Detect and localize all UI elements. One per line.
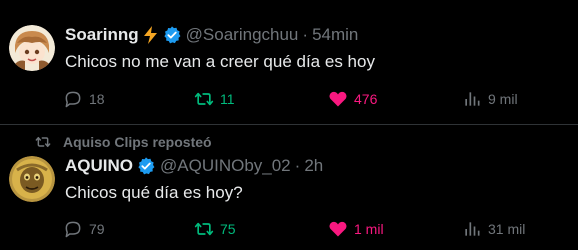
repost-indicator: Aquiso Clips reposteó [35,134,212,150]
reply-button[interactable]: 18 [63,89,105,109]
retweet-icon [194,222,214,236]
author-handle[interactable]: @AQUINOby_02 [160,156,291,176]
reply-icon [65,221,81,238]
tweet-header: Soarinng @Soaringchuu · 54min [65,25,358,45]
tweet-timestamp[interactable]: 54min [312,25,358,45]
reply-count: 18 [89,91,105,107]
heart-icon [329,221,347,237]
views-button[interactable]: 31 mil [462,219,525,239]
tweet-actions: 79 75 1 mil 31 mil [63,219,533,239]
tweet-timestamp[interactable]: 2h [304,156,323,176]
repost-text[interactable]: Aquiso Clips reposteó [63,134,212,150]
avatar-image [9,156,55,202]
separator-dot: · [302,25,309,44]
view-count: 9 mil [488,91,518,107]
verified-badge-icon[interactable] [137,157,155,175]
like-button[interactable]: 476 [328,89,377,109]
view-count: 31 mil [488,221,526,237]
retweet-button[interactable]: 75 [194,219,236,239]
views-chart-icon [465,222,480,236]
retweet-count: 75 [220,221,236,237]
verified-badge-icon[interactable] [163,26,181,44]
author-name[interactable]: AQUINO [65,156,133,176]
tweet-actions: 18 11 476 9 mil [63,89,533,109]
reply-icon [65,91,81,108]
tweet-header: AQUINO @AQUINOby_02 · 2h [65,156,323,176]
tweet-text: Chicos no me van a creer qué día es hoy [65,52,375,71]
views-chart-icon [465,92,480,106]
heart-icon [329,91,347,107]
like-count: 1 mil [354,221,384,237]
retweet-button[interactable]: 11 [194,89,235,109]
avatar[interactable] [9,156,55,202]
tweet-text: Chicos qué día es hoy? [65,183,243,202]
avatar-image [9,25,55,71]
like-button[interactable]: 1 mil [328,219,384,239]
avatar[interactable] [9,25,55,71]
retweet-icon [194,92,214,106]
reply-button[interactable]: 79 [63,219,105,239]
author-handle[interactable]: @Soaringchuu [186,25,299,45]
repost-icon [35,136,51,148]
views-button[interactable]: 9 mil [462,89,518,109]
like-count: 476 [354,91,378,107]
separator-dot: · [294,156,301,175]
tweet[interactable]: Soarinng @Soaringchuu · 54min Chicos no … [0,0,578,125]
retweet-count: 11 [220,91,235,107]
lightning-emoji-icon [142,26,159,44]
tweet[interactable]: Aquiso Clips reposteó AQUINO @AQUINOby_0… [0,125,578,250]
author-name[interactable]: Soarinng [65,25,139,45]
reply-count: 79 [89,221,105,237]
